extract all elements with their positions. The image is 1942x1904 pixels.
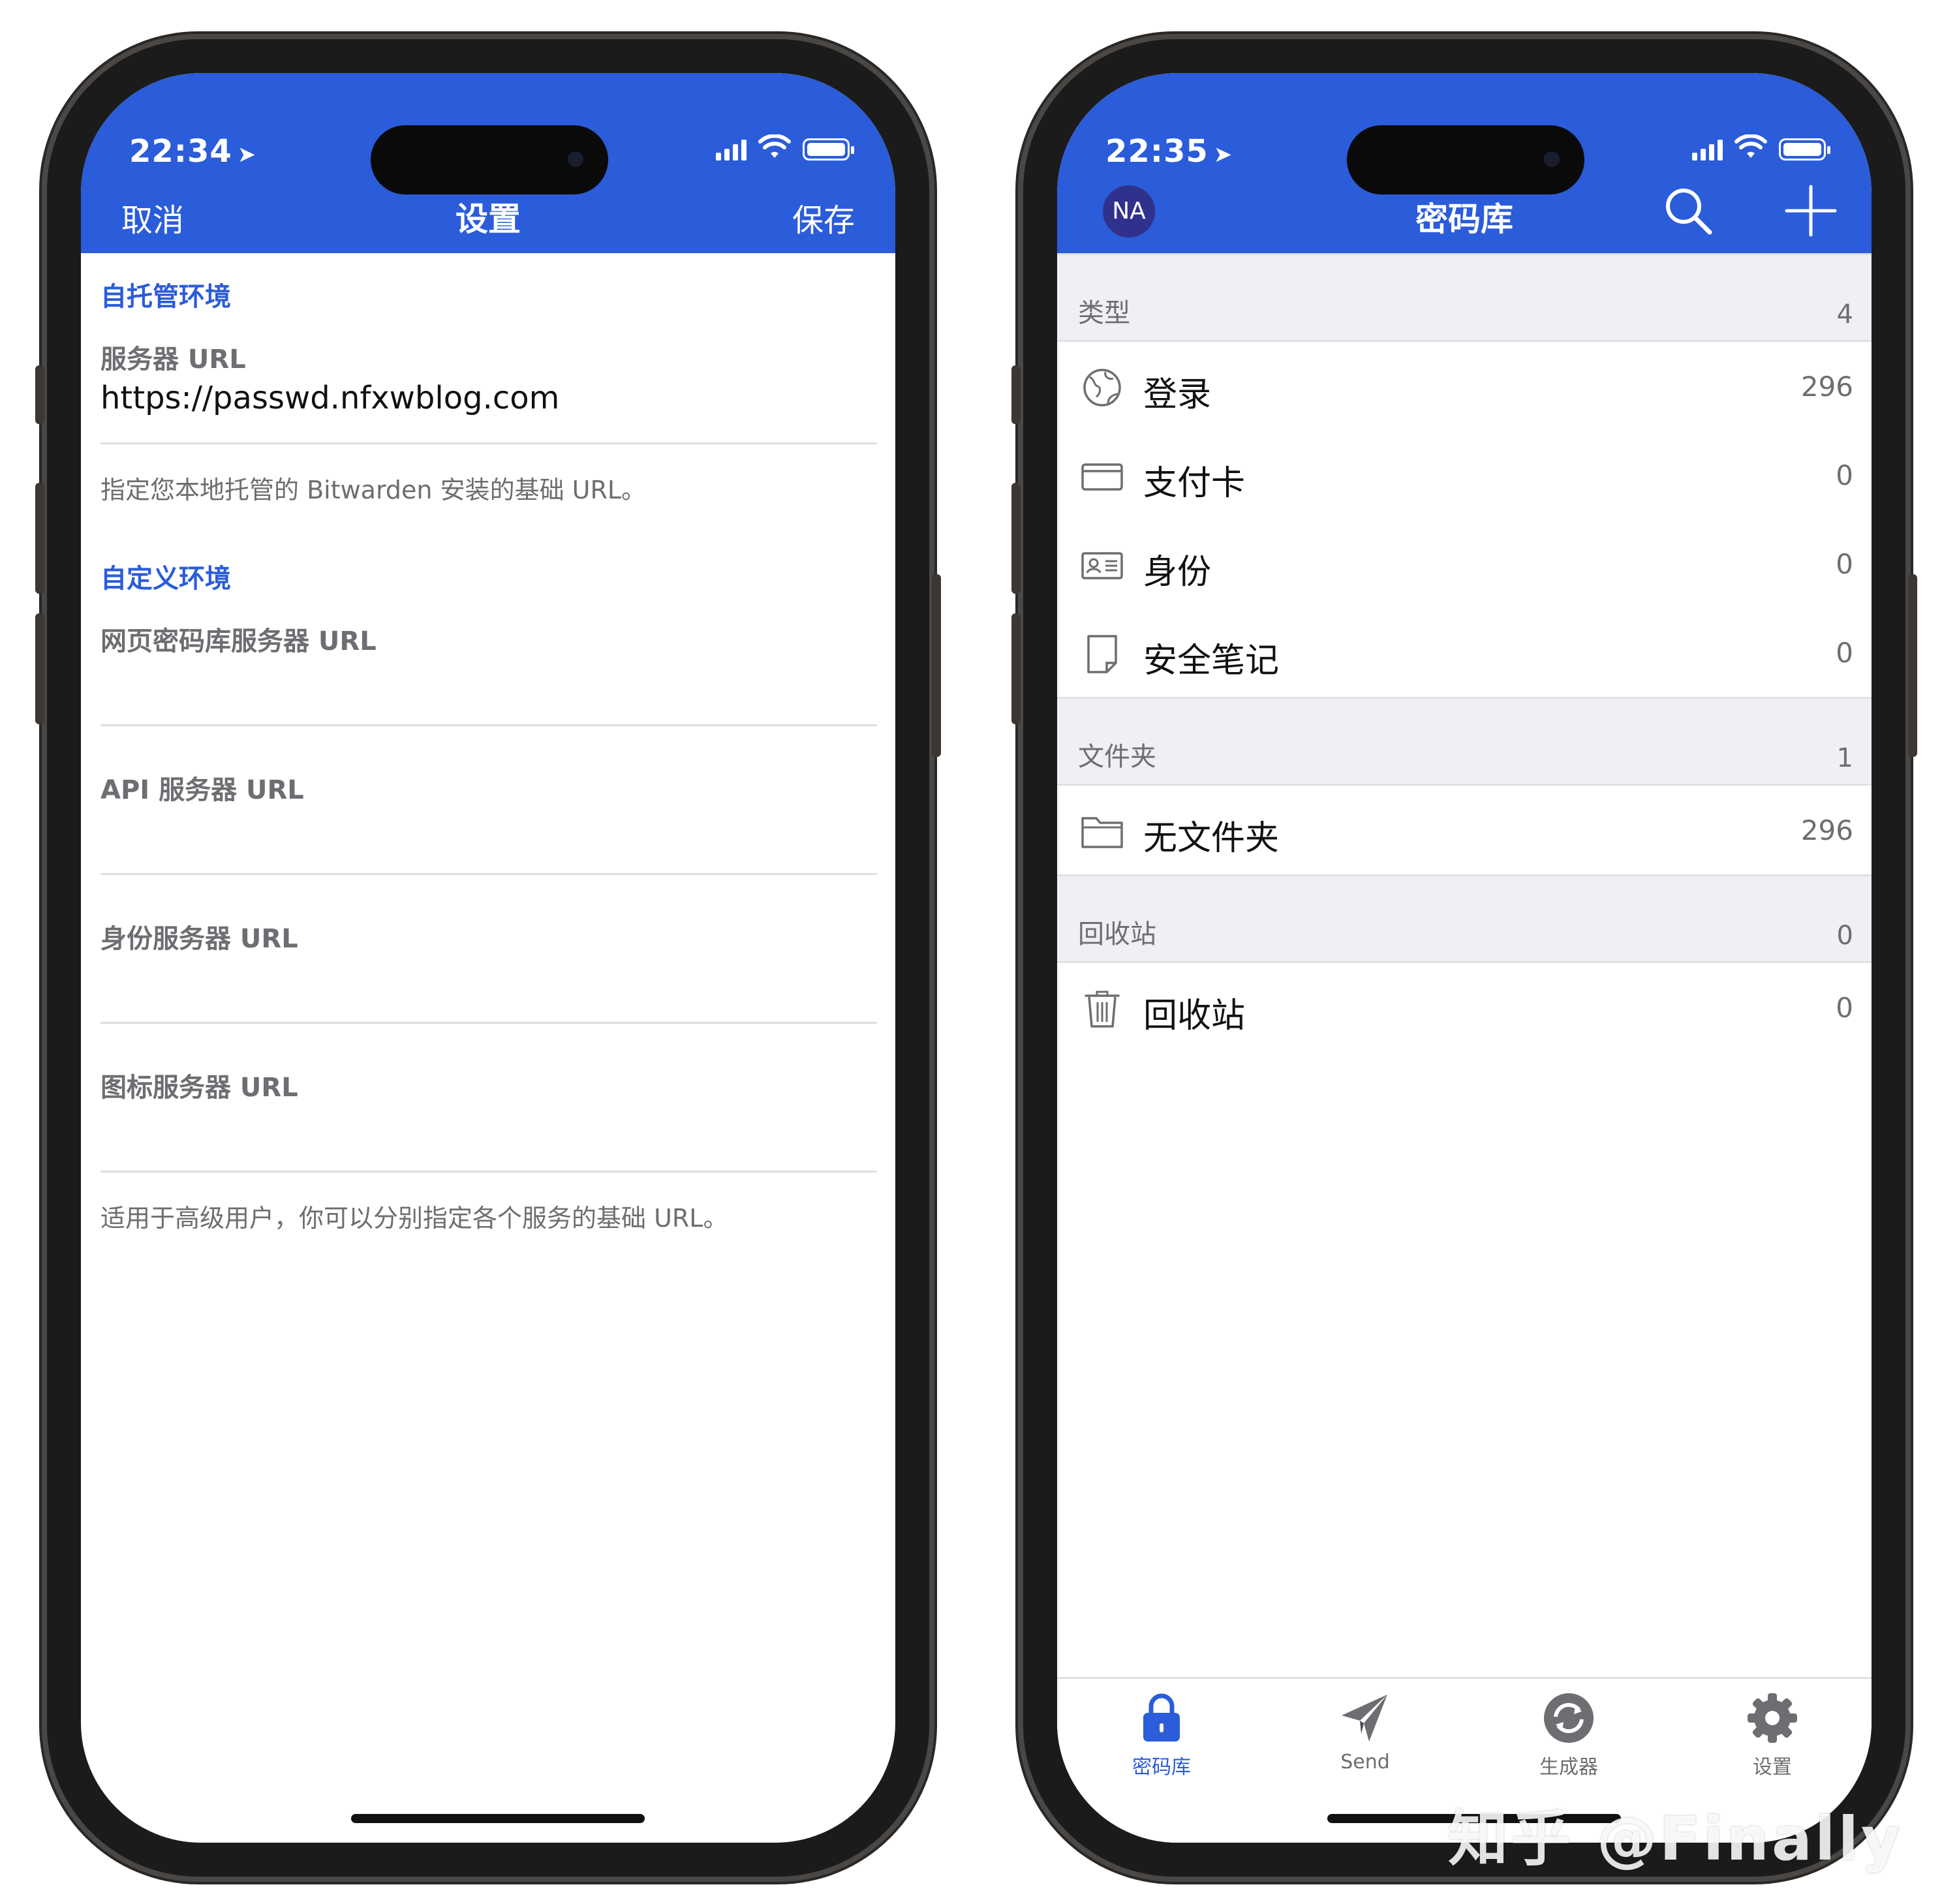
icons-url-input[interactable] <box>100 1098 877 1163</box>
paper-plane-icon <box>1342 1695 1387 1742</box>
wifi-icon <box>1734 134 1767 158</box>
note-icon <box>1087 635 1117 673</box>
tab-vault[interactable]: 密码库 <box>1090 1691 1233 1779</box>
tab-settings[interactable]: 设置 <box>1701 1691 1844 1779</box>
types-section-header: 类型 4 <box>1057 253 1872 342</box>
camera-icon <box>1544 151 1560 167</box>
list-item-identity[interactable]: 身份 0 <box>1057 519 1872 608</box>
watermark: 知乎 @Finally <box>1447 1804 1903 1874</box>
item-label: 回收站 <box>1143 996 1246 1036</box>
item-count: 0 <box>1836 459 1853 491</box>
self-hosted-section-header: 自托管环境 <box>100 282 231 312</box>
card-icon <box>1081 463 1123 491</box>
volume-up-button <box>35 483 44 594</box>
item-count: 296 <box>1800 371 1853 403</box>
dynamic-island <box>371 125 608 194</box>
id-card-icon <box>1081 552 1123 579</box>
tab-label: 生成器 <box>1539 1756 1598 1779</box>
api-url-input[interactable] <box>100 800 877 865</box>
refresh-icon <box>1544 1693 1594 1743</box>
list-item-trash[interactable]: 回收站 0 <box>1057 963 1872 1052</box>
tab-generator[interactable]: 生成器 <box>1497 1691 1641 1779</box>
page-title: 密码库 <box>1415 200 1513 238</box>
server-url-input[interactable]: https://passwd.nfxwblog.com <box>100 380 559 416</box>
custom-env-section-header: 自定义环境 <box>100 564 231 594</box>
identity-url-input[interactable] <box>100 949 877 1014</box>
globe-icon <box>1083 369 1121 407</box>
vault-screen: 22:35 ➤ NA 密码库 类型 4 登录 296 支付卡 0 身份 0 安全… <box>1057 73 1872 1843</box>
section-title: 回收站 <box>1078 919 1156 949</box>
power-button <box>1908 574 1917 757</box>
location-arrow-icon: ➤ <box>237 142 257 168</box>
time-text: 22:35 <box>1105 133 1209 170</box>
tab-label: Send <box>1340 1751 1390 1773</box>
section-title: 类型 <box>1078 298 1130 328</box>
divider <box>100 724 877 726</box>
save-button[interactable]: 保存 <box>792 194 855 240</box>
lock-icon <box>1143 1693 1180 1742</box>
trash-icon <box>1085 990 1120 1028</box>
cellular-signal-icon <box>1692 140 1723 161</box>
volume-down-button <box>35 613 44 724</box>
item-count: 296 <box>1800 814 1853 846</box>
section-count: 0 <box>1836 921 1853 951</box>
divider <box>100 442 877 444</box>
volume-up-button <box>1011 483 1021 594</box>
server-url-label: 服务器 URL <box>100 345 246 375</box>
gear-icon <box>1748 1693 1797 1743</box>
volume-down-button <box>1011 613 1021 724</box>
section-title: 文件夹 <box>1078 742 1156 772</box>
page-title: 设置 <box>455 200 521 238</box>
section-count: 1 <box>1836 743 1853 773</box>
section-count: 4 <box>1836 299 1853 330</box>
settings-screen: 22:34 ➤ 取消 设置 保存 自托管环境 服务器 URL https://pa… <box>81 73 895 1843</box>
trash-section-header: 回收站 0 <box>1057 874 1872 963</box>
folder-icon <box>1081 817 1123 848</box>
right-phone: 22:35 ➤ NA 密码库 类型 4 登录 296 支付卡 0 身份 0 安全… <box>1011 39 1917 1877</box>
list-item-no-folder[interactable]: 无文件夹 296 <box>1057 786 1872 874</box>
divider <box>100 1022 877 1024</box>
home-indicator[interactable] <box>351 1814 645 1823</box>
camera-icon <box>568 151 583 167</box>
status-time: 22:35 ➤ <box>1105 133 1233 170</box>
folders-section-header: 文件夹 1 <box>1057 697 1872 786</box>
power-button <box>932 574 941 757</box>
action-button <box>1011 365 1021 424</box>
tab-label: 密码库 <box>1132 1756 1191 1779</box>
item-label: 登录 <box>1143 375 1212 414</box>
status-time: 22:34 ➤ <box>129 133 256 170</box>
list-item-card[interactable]: 支付卡 0 <box>1057 431 1872 519</box>
web-vault-url-input[interactable] <box>100 651 877 716</box>
wifi-icon <box>758 134 791 158</box>
custom-env-hint: 适用于高级用户，你可以分别指定各个服务的基础 URL。 <box>100 1204 728 1233</box>
search-icon[interactable] <box>1659 181 1718 240</box>
time-text: 22:34 <box>129 133 232 170</box>
location-arrow-icon: ➤ <box>1213 142 1233 168</box>
dynamic-island <box>1347 125 1584 194</box>
item-count: 0 <box>1836 548 1853 580</box>
item-label: 身份 <box>1143 553 1212 592</box>
status-icons <box>716 134 854 161</box>
item-label: 安全笔记 <box>1143 641 1280 681</box>
divider <box>100 1171 877 1173</box>
item-count: 0 <box>1836 992 1853 1024</box>
left-phone: 22:34 ➤ 取消 设置 保存 自托管环境 服务器 URL https://pa… <box>35 39 941 1877</box>
list-item-login[interactable]: 登录 296 <box>1057 342 1872 431</box>
item-label: 无文件夹 <box>1143 819 1280 858</box>
battery-icon <box>803 138 854 161</box>
item-label: 支付卡 <box>1143 464 1246 503</box>
battery-icon <box>1779 138 1830 161</box>
tab-label: 设置 <box>1753 1756 1792 1779</box>
action-button <box>35 365 44 424</box>
cellular-signal-icon <box>716 140 747 161</box>
divider <box>100 873 877 875</box>
item-count: 0 <box>1836 637 1853 669</box>
vault-list: 类型 4 登录 296 支付卡 0 身份 0 安全笔记 0 文件夹 1 无文件夹… <box>1057 253 1872 1677</box>
tab-send[interactable]: Send <box>1293 1691 1437 1773</box>
status-icons <box>1692 134 1830 161</box>
self-hosted-hint: 指定您本地托管的 Bitwarden 安装的基础 URL。 <box>100 476 647 504</box>
add-icon[interactable] <box>1781 181 1840 240</box>
list-item-secure-note[interactable]: 安全笔记 0 <box>1057 608 1872 697</box>
